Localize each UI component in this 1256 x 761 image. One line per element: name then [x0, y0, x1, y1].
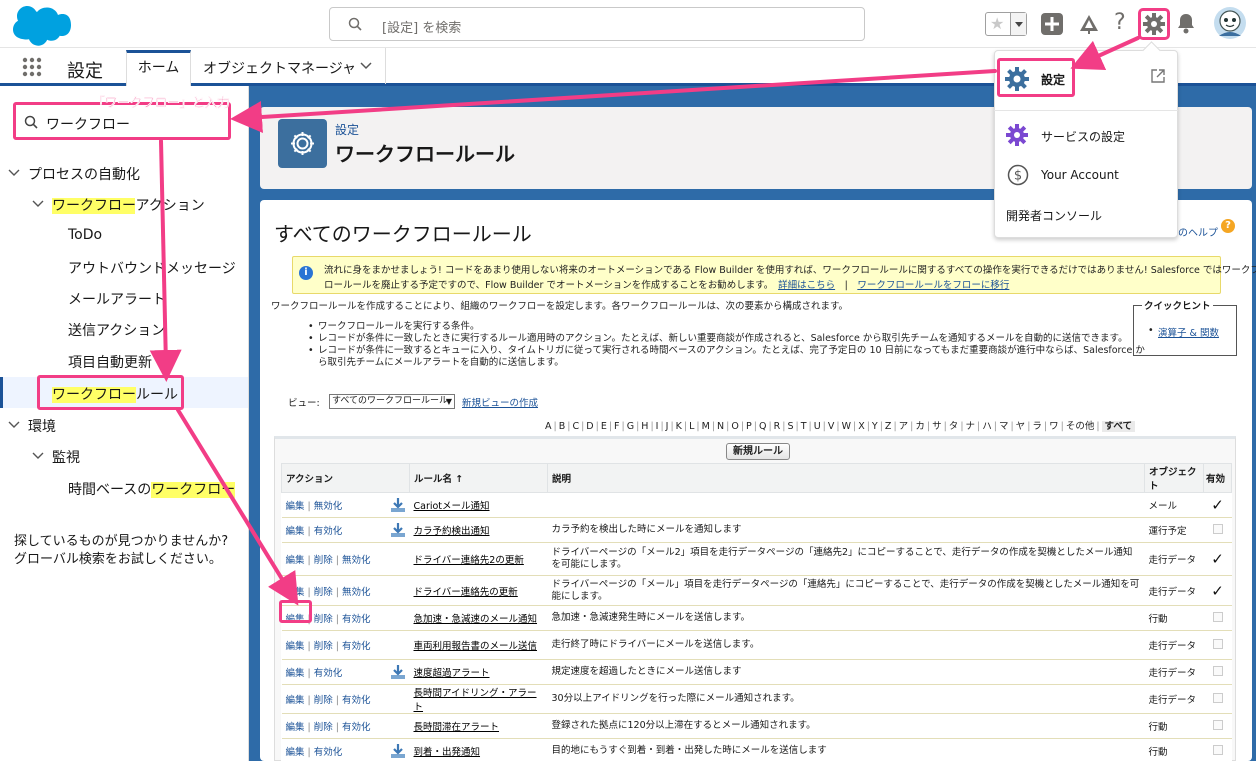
annotation-label: 「ワークフロー」と入力	[92, 96, 230, 111]
annotation-arrows	[149, 36, 1140, 606]
